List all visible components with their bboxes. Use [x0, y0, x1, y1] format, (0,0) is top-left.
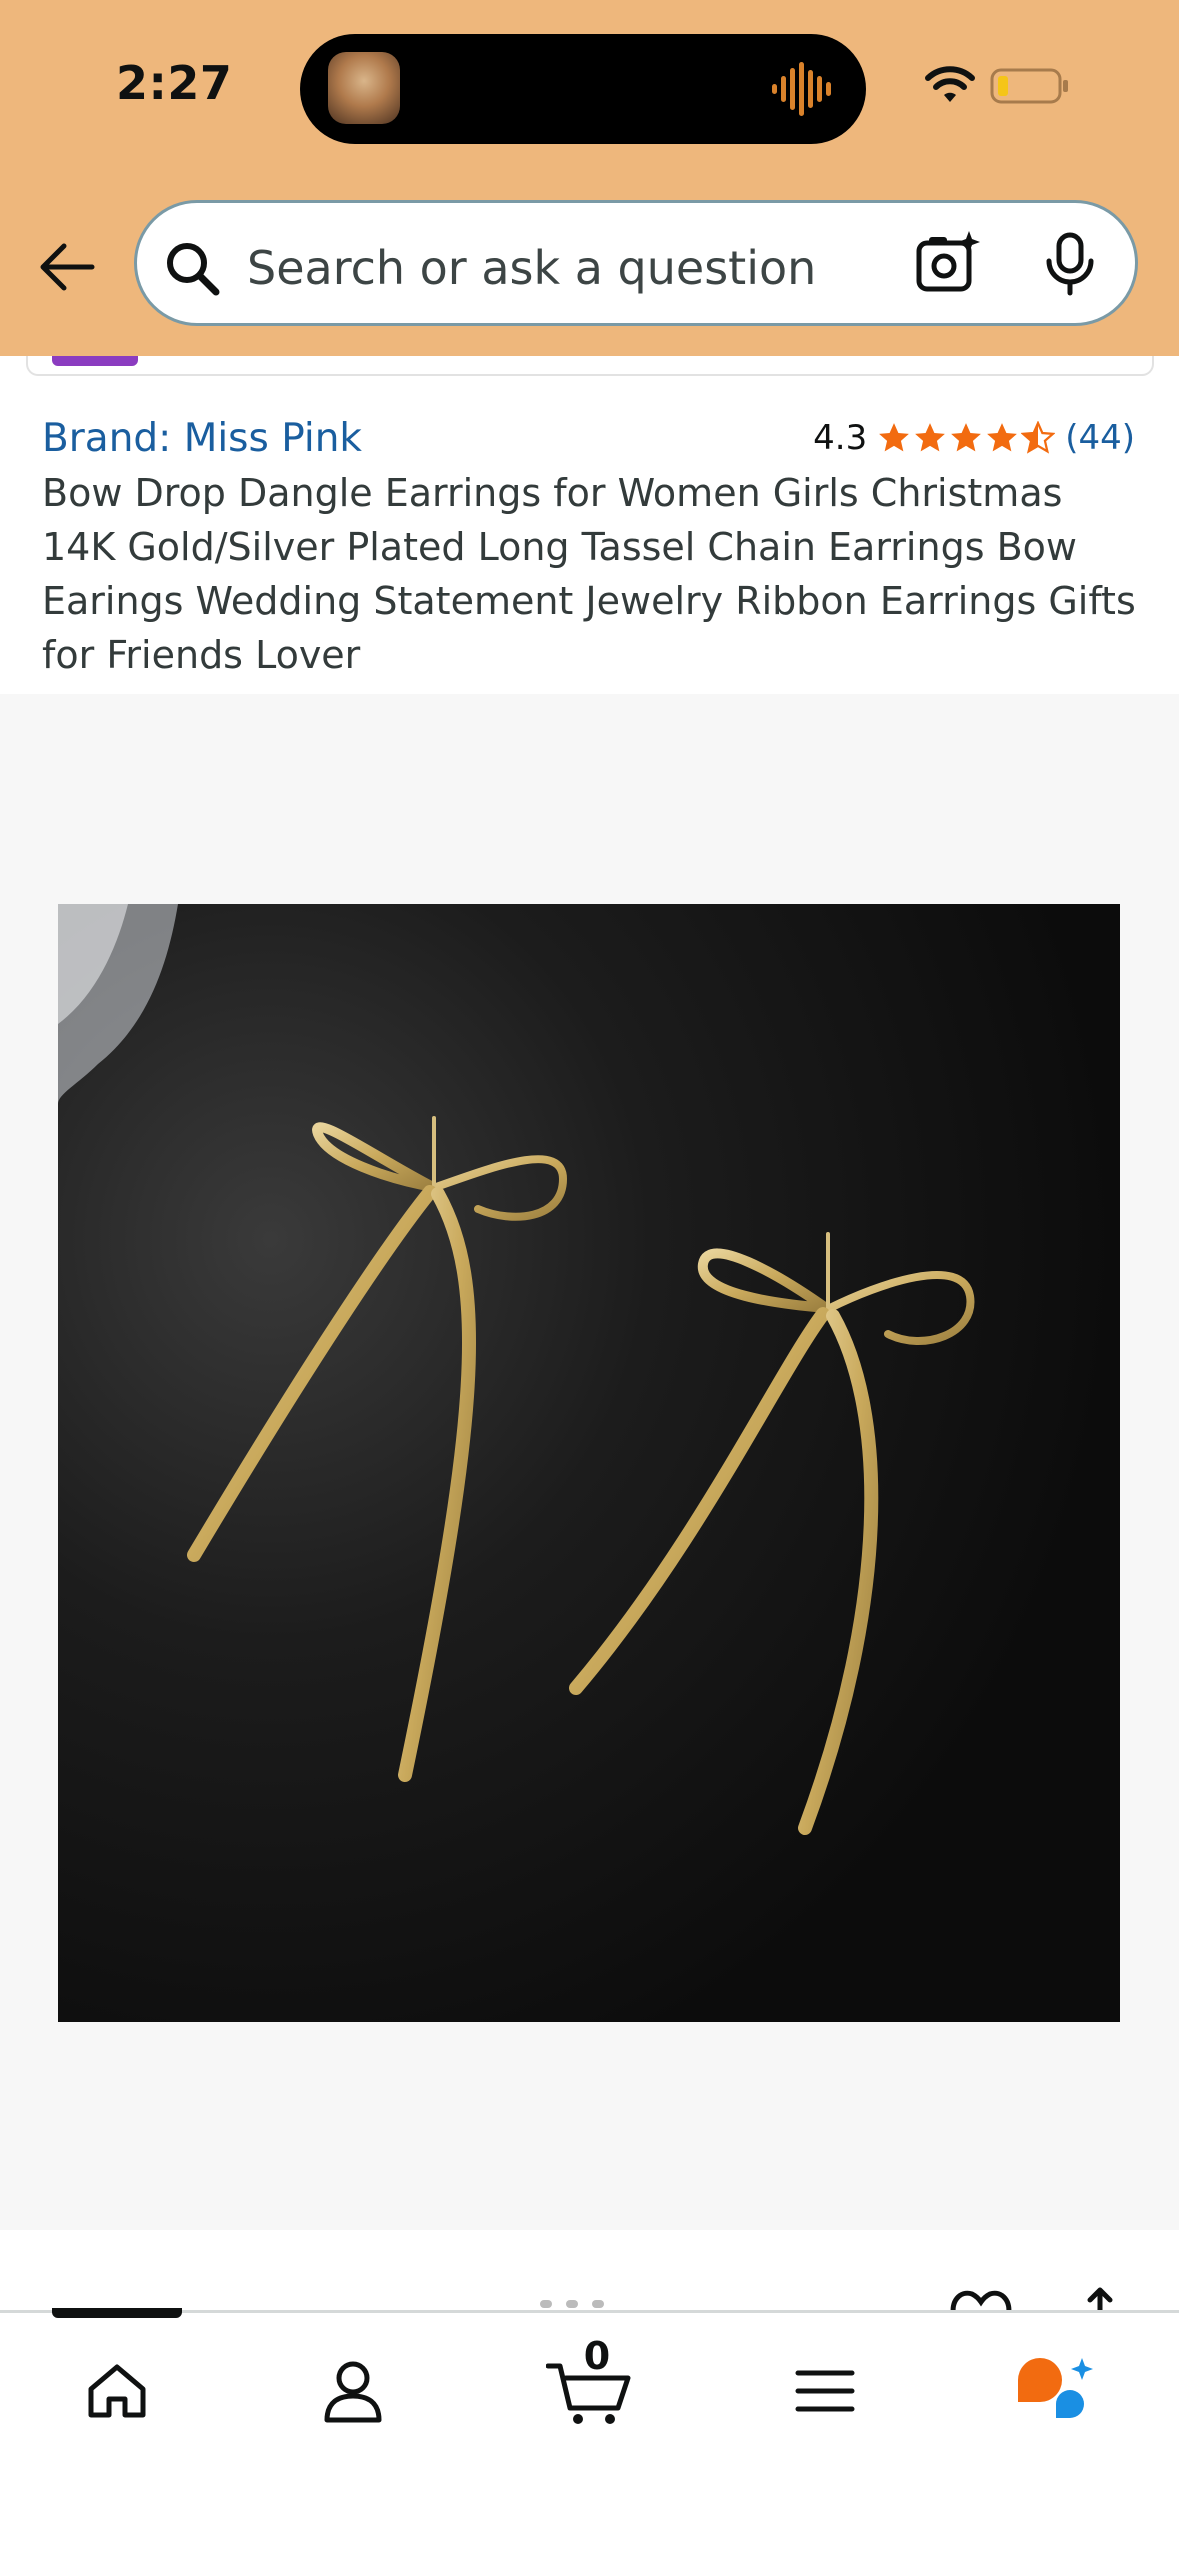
- product-image[interactable]: [58, 904, 1120, 2022]
- rating[interactable]: 4.3 (44): [813, 418, 1135, 458]
- camera-lens-icon[interactable]: [913, 229, 983, 299]
- home-icon: [88, 2364, 146, 2418]
- rating-value: 4.3: [813, 418, 868, 458]
- image-pager-dots: [540, 2300, 604, 2308]
- star-icon: [951, 423, 982, 452]
- nav-account[interactable]: [308, 2346, 398, 2436]
- active-tab-indicator: [52, 2308, 182, 2318]
- star-icon: [879, 423, 910, 452]
- account-icon: [324, 2361, 382, 2423]
- now-playing-artwork: [328, 52, 400, 124]
- microphone-icon[interactable]: [1043, 231, 1097, 297]
- dynamic-island[interactable]: [300, 34, 866, 144]
- previous-card-thumbnail: [52, 356, 138, 366]
- half-star-icon: [1021, 421, 1056, 454]
- nav-menu[interactable]: [780, 2346, 870, 2436]
- battery-icon: [990, 68, 1068, 104]
- nav-home[interactable]: [72, 2346, 162, 2436]
- nav-rufus[interactable]: [1010, 2346, 1100, 2436]
- menu-icon: [795, 2370, 855, 2412]
- cart-count: 0: [583, 2334, 611, 2378]
- search-icon: [167, 243, 220, 296]
- app-header: 2:27 Search or ask a question: [0, 0, 1179, 356]
- rufus-icon: [1018, 2358, 1093, 2418]
- previous-card-edge: [26, 356, 1154, 376]
- star-rating: [877, 421, 1056, 455]
- wifi-icon: [925, 66, 975, 102]
- search-bar[interactable]: Search or ask a question: [134, 200, 1138, 326]
- brand-link[interactable]: Brand: Miss Pink: [42, 416, 362, 461]
- back-arrow-icon[interactable]: [36, 236, 98, 298]
- review-count-link[interactable]: (44): [1065, 418, 1135, 458]
- audio-wave-icon: [772, 62, 831, 116]
- product-title: Bow Drop Dangle Earrings for Women Girls…: [42, 471, 1136, 677]
- star-icon: [915, 423, 946, 452]
- status-time: 2:27: [116, 56, 233, 110]
- star-icon: [987, 423, 1018, 452]
- search-input[interactable]: Search or ask a question: [247, 241, 816, 295]
